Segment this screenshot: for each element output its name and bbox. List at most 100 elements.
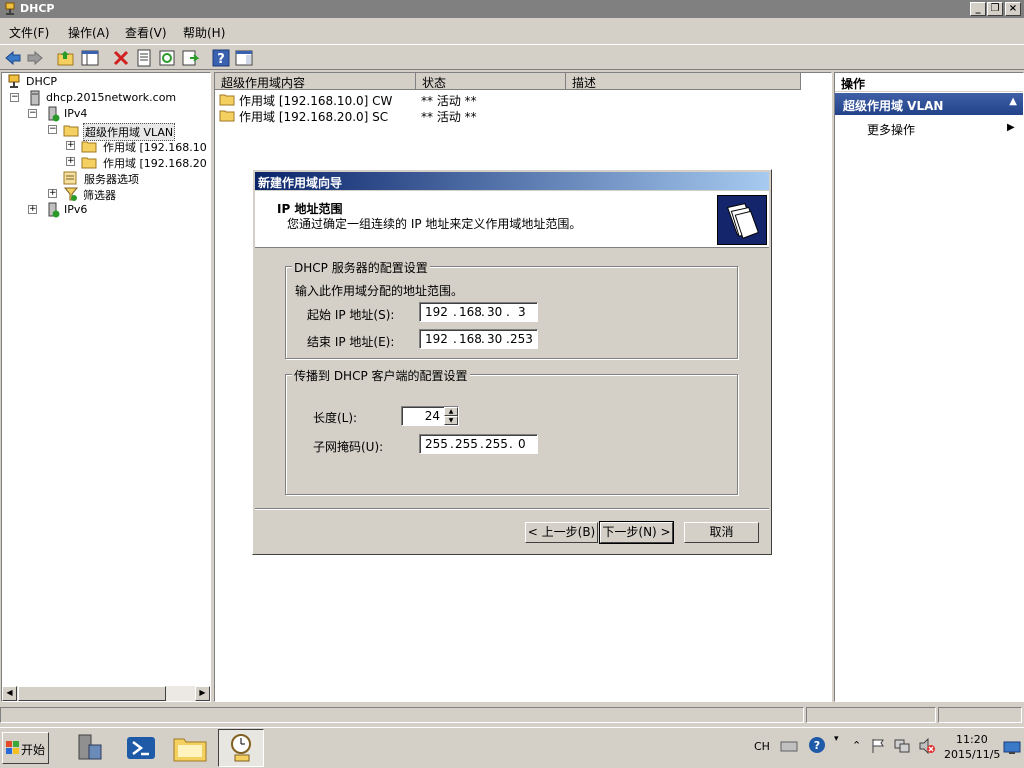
group-title: DHCP 服务器的配置设置 xyxy=(292,259,430,276)
folder-icon xyxy=(81,141,97,153)
start-button[interactable]: 开始 xyxy=(2,732,49,764)
wizard-divider xyxy=(255,508,769,510)
tray-options-icon[interactable]: ▾ xyxy=(834,734,839,744)
expand-icon[interactable]: + xyxy=(66,157,75,166)
refresh-icon[interactable] xyxy=(157,48,177,68)
window-title: DHCP xyxy=(20,2,55,15)
expand-icon[interactable]: + xyxy=(48,189,57,198)
collapse-up-icon[interactable]: ▲ xyxy=(1009,96,1017,107)
help-circle-icon[interactable]: ? xyxy=(808,736,826,754)
length-value: 24 xyxy=(424,409,440,423)
wizard-title: 新建作用域向导 xyxy=(255,172,769,190)
collapse-icon[interactable]: − xyxy=(10,93,19,102)
close-button[interactable]: × xyxy=(1005,2,1021,16)
cancel-button[interactable]: 取消 xyxy=(684,522,759,543)
dhcp-icon xyxy=(8,74,20,88)
ip-octet: 3 xyxy=(518,305,526,319)
new-scope-wizard-dialog: 新建作用域向导 IP 地址范围 您通过确定一组连续的 IP 地址来定义作用域地址… xyxy=(252,169,772,555)
console-icon[interactable] xyxy=(234,48,254,68)
tree-label: 筛选器 xyxy=(83,189,116,202)
folder-icon xyxy=(81,157,97,169)
menu-help[interactable]: 帮助(H) xyxy=(183,24,225,41)
keyboard-icon[interactable] xyxy=(780,737,798,755)
delete-icon[interactable] xyxy=(111,48,131,68)
spin-down-icon[interactable]: ▼ xyxy=(444,416,458,425)
svg-text:?: ? xyxy=(217,52,225,67)
expand-icon[interactable]: + xyxy=(66,141,75,150)
server-manager-icon[interactable] xyxy=(69,731,109,765)
scroll-right-arrow-icon[interactable]: ▶ xyxy=(195,686,210,701)
status-segment xyxy=(806,707,936,723)
status-segment xyxy=(0,707,804,723)
actions-pane: 操作 超级作用域 VLAN ▲ 更多操作 ▶ xyxy=(834,72,1024,702)
dhcp-taskbar-button[interactable] xyxy=(218,729,264,767)
tree-label: DHCP xyxy=(26,75,58,88)
show-hidden-icons-icon[interactable]: ⌃ xyxy=(852,739,861,752)
column-header-status[interactable]: 状态 xyxy=(416,73,566,90)
svg-text:?: ? xyxy=(814,739,820,752)
forward-arrow-icon[interactable] xyxy=(25,48,45,68)
folder-icon xyxy=(63,125,79,137)
column-header-description[interactable]: 描述 xyxy=(566,73,801,90)
collapse-icon[interactable]: − xyxy=(48,125,57,134)
next-button[interactable]: 下一步(N) > xyxy=(599,521,674,544)
subnet-mask-field[interactable]: 255 . 255 . 255 . 0 xyxy=(419,434,538,454)
tree-label: dhcp.2015network.com xyxy=(46,91,177,104)
filter-icon xyxy=(63,187,79,201)
restore-button[interactable]: ❐ xyxy=(987,2,1003,16)
scope-name: 作用域 [192.168.10.0] CW xyxy=(239,94,393,108)
input-language[interactable]: CH xyxy=(754,740,770,753)
clock-date[interactable]: 2015/11/5 xyxy=(944,748,1000,761)
menu-view[interactable]: 查看(V) xyxy=(125,24,167,41)
spin-up-icon[interactable]: ▲ xyxy=(444,407,458,416)
tree-label: 服务器选项 xyxy=(84,173,139,186)
ipv6-server-icon xyxy=(48,202,60,218)
console-tree[interactable]: DHCP − dhcp.2015network.com − IPv4 − 超级作… xyxy=(1,72,211,702)
length-stepper[interactable]: 24 ▲ ▼ xyxy=(401,406,459,426)
ip-octet: 255 xyxy=(485,437,508,451)
column-header-content[interactable]: 超级作用域内容 xyxy=(215,73,416,90)
start-label: 开始 xyxy=(21,743,46,757)
powershell-icon[interactable] xyxy=(121,731,161,765)
scroll-thumb[interactable] xyxy=(18,686,166,701)
ipv4-server-icon xyxy=(48,106,60,122)
end-ip-field[interactable]: 192 . 168 . 30 . 253 xyxy=(419,329,538,349)
menu-file[interactable]: 文件(F) xyxy=(9,24,49,41)
properties-icon[interactable] xyxy=(134,48,154,68)
menu-action[interactable]: 操作(A) xyxy=(68,24,110,41)
subnet-mask-label: 子网掩码(U): xyxy=(313,440,384,454)
tree-label: IPv6 xyxy=(64,203,88,216)
tree-label: 作用域 [192.168.20 xyxy=(103,157,207,170)
more-actions-item[interactable]: 更多操作 xyxy=(867,121,915,138)
explorer-folder-icon[interactable] xyxy=(170,731,210,765)
network-icon[interactable] xyxy=(894,738,910,754)
actions-section-superscope[interactable]: 超级作用域 VLAN ▲ xyxy=(835,93,1023,115)
folder-icon xyxy=(219,110,235,122)
volume-muted-icon[interactable] xyxy=(918,738,936,754)
export-icon[interactable] xyxy=(180,48,200,68)
folder-icon xyxy=(219,94,235,106)
minimize-button[interactable]: _ xyxy=(970,2,986,16)
up-folder-icon[interactable] xyxy=(56,48,76,68)
ip-octet: 253 xyxy=(510,332,533,346)
toolbar: ? xyxy=(0,44,1024,70)
more-actions-label: 更多操作 xyxy=(867,123,916,137)
expand-icon[interactable]: + xyxy=(28,205,37,214)
help-icon[interactable]: ? xyxy=(211,48,231,68)
start-ip-field[interactable]: 192 . 168 . 30 . 3 xyxy=(419,302,538,322)
back-arrow-icon[interactable] xyxy=(3,48,23,68)
group-title: 传播到 DHCP 客户端的配置设置 xyxy=(292,367,470,384)
scope-name: 作用域 [192.168.20.0] SC xyxy=(239,110,389,124)
show-hide-tree-icon[interactable] xyxy=(80,48,100,68)
show-desktop-icon[interactable] xyxy=(1003,741,1021,755)
collapse-icon[interactable]: − xyxy=(28,109,37,118)
tree-horizontal-scrollbar[interactable]: ◀ ▶ xyxy=(2,686,210,701)
scroll-left-arrow-icon[interactable]: ◀ xyxy=(2,686,17,701)
action-center-flag-icon[interactable] xyxy=(870,738,886,754)
taskbar: 开始 CH ? ▾ ⌃ 11:20 2015/11/5 xyxy=(0,727,1024,768)
ip-octet: 168 xyxy=(459,305,482,319)
clock-time[interactable]: 11:20 xyxy=(956,733,988,746)
ip-octet: 0 xyxy=(518,437,526,451)
back-button[interactable]: < 上一步(B) xyxy=(525,522,598,543)
scope-status: ** 活动 ** xyxy=(421,110,477,124)
